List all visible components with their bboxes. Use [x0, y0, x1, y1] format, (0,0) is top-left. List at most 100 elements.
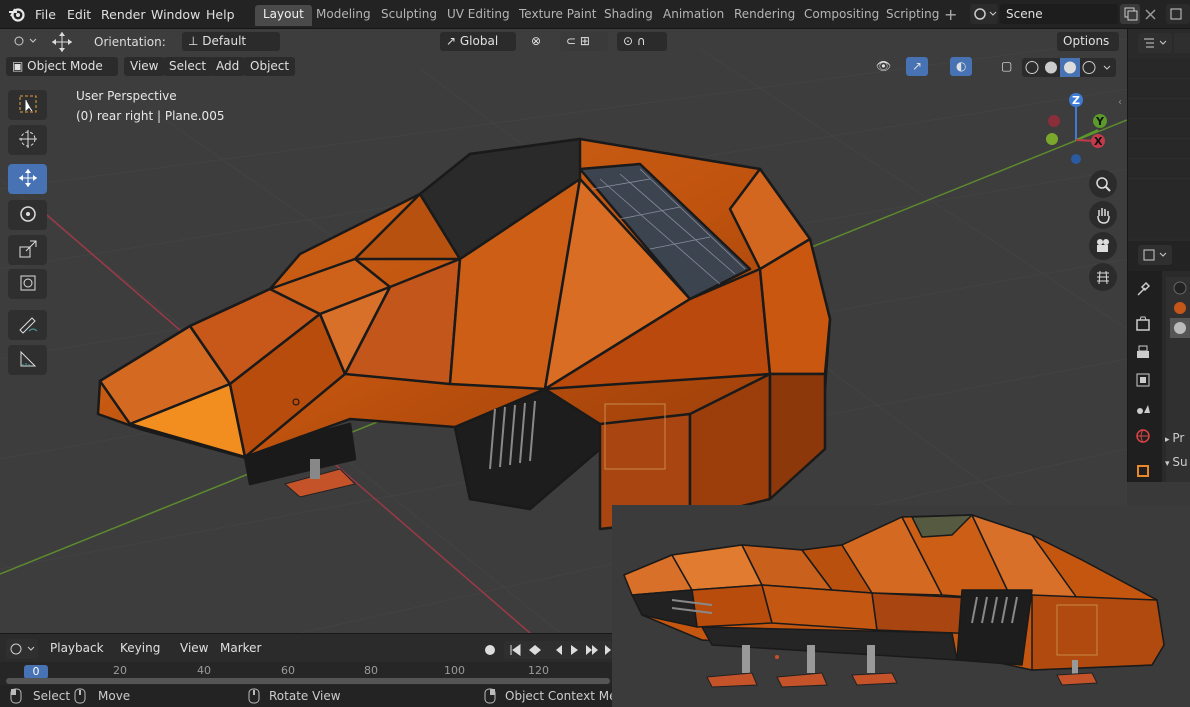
timeline-view-menu[interactable]: View — [174, 639, 214, 658]
menu-window[interactable]: Window — [151, 7, 200, 22]
close-scene-icon[interactable] — [1142, 4, 1160, 24]
pan-hand-icon[interactable] — [1089, 201, 1117, 229]
object-properties-icon[interactable] — [1131, 459, 1155, 483]
sidebar-collapse-icon[interactable]: ‹ — [1118, 97, 1122, 108]
keying-menu[interactable]: Keying — [114, 639, 172, 658]
timeline-editor: Playback Keying View Marker 0 20 40 60 8… — [0, 633, 612, 686]
render-properties-icon[interactable] — [1131, 312, 1155, 336]
cursor-icon — [17, 128, 39, 153]
orthographic-grid-icon[interactable] — [1089, 263, 1117, 291]
menu-add[interactable]: Add — [210, 57, 246, 76]
menu-select[interactable]: Select — [163, 57, 213, 76]
current-frame-indicator[interactable]: 0 — [24, 665, 48, 679]
orientation-label: Orientation: — [94, 35, 166, 49]
outliner-area[interactable] — [1128, 59, 1190, 239]
cursor-tool[interactable] — [8, 125, 47, 155]
timeline-scrollbar[interactable] — [6, 678, 610, 684]
options-dropdown[interactable]: Options — [1057, 32, 1119, 51]
tab-modeling[interactable]: Modeling — [308, 5, 379, 26]
tab-texture-paint[interactable]: Texture Paint — [511, 5, 604, 26]
proportional-edit-icon[interactable]: ⊙ ∩ — [617, 32, 667, 51]
axis-gizmo[interactable] — [1040, 91, 1120, 171]
playback-controls[interactable] — [504, 641, 612, 659]
properties-type-icon[interactable] — [1138, 245, 1172, 265]
transform-tool[interactable] — [8, 269, 47, 299]
add-workspace-button[interactable]: + — [944, 5, 957, 24]
zoom-icon[interactable] — [1089, 170, 1117, 198]
view-layer-properties-icon[interactable] — [1131, 368, 1155, 392]
mouse-middle-icon — [74, 688, 86, 707]
scene-selector-icon[interactable] — [970, 4, 998, 24]
top-bar: File Edit Render Window Help Layout Mode… — [0, 0, 1190, 29]
output-properties-icon[interactable] — [1131, 340, 1155, 364]
select-box-tool[interactable] — [8, 90, 47, 120]
outliner-type-icon[interactable] — [1138, 33, 1172, 53]
snap-icon[interactable]: ⊂ ⊞ — [560, 32, 608, 51]
status-rotate: Rotate View — [269, 689, 341, 703]
material-slot-list[interactable] — [1166, 277, 1190, 482]
move-tool[interactable] — [8, 164, 47, 194]
tab-compositing[interactable]: Compositing — [796, 5, 887, 26]
xray-icon[interactable]: ▢ — [995, 57, 1017, 76]
select-box-icon — [17, 93, 39, 118]
ship-render — [612, 505, 1190, 707]
transform-orientation-value: Global — [459, 34, 499, 48]
view-layer-icon[interactable] — [1166, 4, 1190, 24]
tab-shading[interactable]: Shading — [596, 5, 661, 26]
world-properties-icon[interactable] — [1131, 424, 1155, 448]
pivot-point-icon[interactable]: ⊗ — [525, 32, 553, 51]
move-gizmo-icon[interactable] — [50, 30, 74, 57]
menu-render[interactable]: Render — [101, 7, 146, 22]
timeline-type-icon[interactable] — [6, 639, 38, 659]
menu-view[interactable]: View — [124, 57, 165, 76]
transform-pivot-icon[interactable] — [6, 32, 44, 51]
playback-menu[interactable]: Playback — [44, 639, 112, 658]
rotate-tool[interactable] — [8, 200, 47, 230]
transform-orientation-dropdown[interactable]: ↗ Global — [440, 32, 516, 51]
mode-value: Object Mode — [27, 59, 103, 73]
panel-item-2[interactable]: ▾ Su — [1165, 455, 1188, 469]
menu-help[interactable]: Help — [206, 7, 235, 22]
orientation-axes-icon: ⊥ — [188, 34, 203, 48]
tick-label: 40 — [197, 664, 211, 677]
blender-logo-icon[interactable] — [8, 6, 26, 23]
mouse-right-icon — [484, 688, 496, 707]
menu-edit[interactable]: Edit — [67, 7, 91, 22]
mouse-left-icon — [10, 688, 22, 707]
tab-layout[interactable]: Layout — [255, 5, 312, 26]
tab-uv-editing[interactable]: UV Editing — [439, 5, 518, 26]
tab-sculpting[interactable]: Sculpting — [373, 5, 445, 26]
tick-label: 60 — [281, 664, 295, 677]
tool-settings-icon[interactable] — [1131, 277, 1155, 301]
overlay-toggle-icon[interactable]: ◐ — [950, 57, 972, 76]
rotate-icon — [17, 203, 39, 228]
annotate-tool[interactable] — [8, 310, 47, 340]
shading-buttons[interactable] — [1022, 58, 1116, 77]
scene-properties-icon[interactable] — [1131, 396, 1155, 420]
panel-item-1[interactable]: ▸ Pr — [1165, 431, 1184, 445]
tab-animation[interactable]: Animation — [655, 5, 732, 26]
menu-file[interactable]: File — [35, 7, 56, 22]
copy-scene-icon[interactable] — [1120, 4, 1140, 24]
mouse-middle-icon-2 — [248, 688, 260, 707]
visibility-icon[interactable]: 👁 — [870, 57, 902, 76]
orientation-dropdown[interactable]: ⊥ Default — [182, 32, 280, 51]
measure-tool[interactable] — [8, 345, 47, 375]
tab-scripting[interactable]: Scripting — [878, 5, 947, 26]
tab-rendering[interactable]: Rendering — [726, 5, 803, 26]
camera-view-icon[interactable] — [1089, 232, 1117, 260]
tick-label: 20 — [113, 664, 127, 677]
marker-menu[interactable]: Marker — [214, 639, 267, 658]
scene-name-field[interactable]: Scene — [1000, 4, 1118, 24]
mode-dropdown[interactable]: ▣ Object Mode — [6, 57, 118, 76]
scale-tool[interactable] — [8, 235, 47, 265]
outliner-filter-icon[interactable] — [1174, 33, 1190, 53]
status-select: Select — [33, 689, 71, 703]
active-object-label: (0) rear right | Plane.005 — [76, 109, 225, 123]
gizmo-z-label: Z — [1072, 94, 1080, 107]
gizmo-x-label: X — [1094, 135, 1103, 148]
gizmo-toggle-icon[interactable]: ↗ — [906, 57, 928, 76]
record-button-icon[interactable] — [480, 641, 500, 659]
menu-object[interactable]: Object — [244, 57, 296, 76]
tick-label: 120 — [528, 664, 549, 677]
